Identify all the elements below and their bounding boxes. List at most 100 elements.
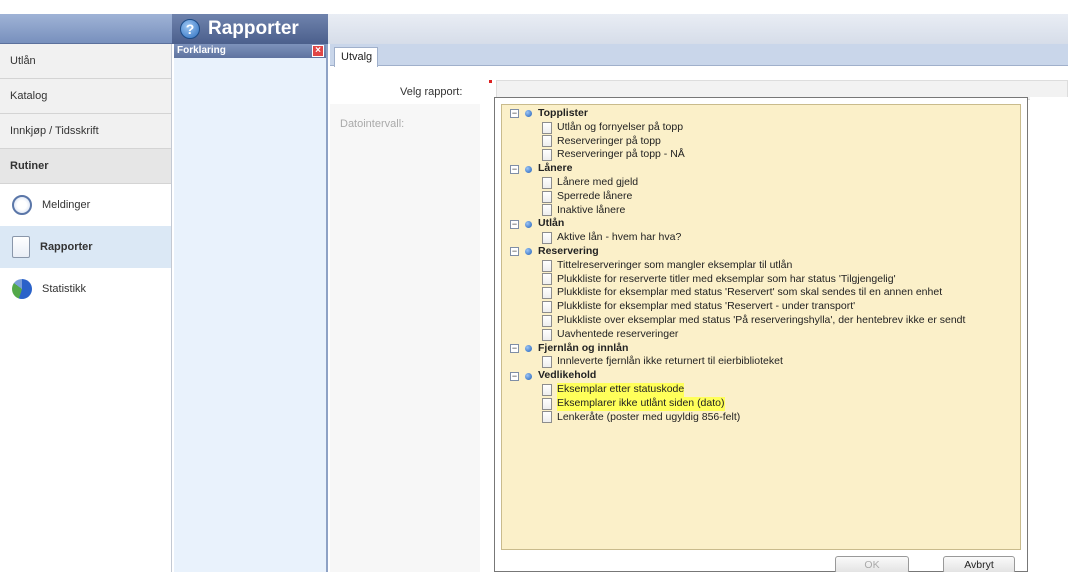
tree-item[interactable]: Plukkliste for reserverte titler med eks… bbox=[502, 273, 1020, 287]
forklaring-title: Forklaring bbox=[177, 45, 226, 56]
tree-item[interactable]: Utlån og fornyelser på topp bbox=[502, 121, 1020, 135]
tree-item-label: Utlån og fornyelser på topp bbox=[557, 120, 684, 133]
nav-sub-label: Statistikk bbox=[42, 283, 87, 295]
report-page-icon bbox=[542, 232, 552, 245]
tree-group[interactable]: − Reservering bbox=[502, 245, 1020, 259]
tree-item-label: Lenkeråte (poster med ugyldig 856-felt) bbox=[557, 410, 741, 423]
group-bullet-icon bbox=[525, 248, 532, 256]
group-bullet-icon bbox=[525, 165, 532, 173]
tree-group-label: Fjernlån og innlån bbox=[538, 341, 629, 354]
right-margin bbox=[1030, 97, 1068, 572]
tree-group-label: Utlån bbox=[538, 217, 565, 230]
message-icon bbox=[12, 195, 32, 215]
report-page-icon bbox=[542, 190, 552, 203]
report-page-icon bbox=[542, 204, 552, 217]
title-bar: ? Rapporter bbox=[172, 14, 328, 44]
left-nav: Utlån Katalog Innkjøp / Tidsskrift Rutin… bbox=[0, 44, 172, 572]
tree-item[interactable]: Plukkliste for eksemplar med status 'Res… bbox=[502, 300, 1020, 314]
tree-item-label: Inaktive lånere bbox=[557, 203, 626, 216]
tree-group-label: Reservering bbox=[538, 244, 599, 257]
report-dropdown: − Topplister Utlån og fornyelser på topp Re… bbox=[494, 97, 1028, 572]
velg-rapport-label: Velg rapport: bbox=[400, 86, 463, 98]
nav-item-innkjop[interactable]: Innkjøp / Tidsskrift bbox=[0, 114, 171, 149]
report-page-icon bbox=[542, 259, 552, 272]
tree-item-label: Reserveringer på topp - NÅ bbox=[557, 148, 685, 161]
tree-item[interactable]: Sperrede lånere bbox=[502, 190, 1020, 204]
collapse-icon[interactable]: − bbox=[510, 164, 519, 174]
report-page-icon bbox=[542, 314, 552, 327]
tree-item[interactable]: Inaktive lånere bbox=[502, 204, 1020, 218]
title-bar-extension bbox=[328, 14, 1068, 44]
tree-item-label: Reserveringer på topp bbox=[557, 134, 661, 147]
tree-item-label: Eksemplar etter statuskode bbox=[557, 382, 685, 397]
report-page-icon bbox=[542, 411, 552, 424]
tab-utvalg[interactable]: Utvalg bbox=[334, 47, 378, 67]
tree-item[interactable]: Tittelreserveringer som mangler eksempla… bbox=[502, 259, 1020, 273]
tree-item[interactable]: Innleverte fjernlån ikke returnert til e… bbox=[502, 355, 1020, 369]
tree-group-label: Vedlikehold bbox=[538, 369, 597, 382]
report-icon bbox=[12, 236, 30, 258]
label-column bbox=[330, 104, 480, 572]
report-page-icon bbox=[542, 397, 552, 410]
report-page-icon bbox=[542, 176, 552, 189]
tree-item[interactable]: Reserveringer på topp - NÅ bbox=[502, 148, 1020, 162]
collapse-icon[interactable]: − bbox=[510, 219, 519, 229]
tree-group[interactable]: − Vedlikehold bbox=[502, 369, 1020, 383]
forklaring-panel: Forklaring × bbox=[174, 44, 328, 572]
nav-sub-statistikk[interactable]: Statistikk bbox=[0, 268, 171, 310]
tree-item[interactable]: Lånere med gjeld bbox=[502, 176, 1020, 190]
report-page-icon bbox=[542, 301, 552, 314]
tree-item[interactable]: Plukkliste for eksemplar med status 'Res… bbox=[502, 286, 1020, 300]
help-icon[interactable]: ? bbox=[180, 19, 200, 39]
tree-item-label: Plukkliste for reserverte titler med eks… bbox=[557, 272, 896, 285]
collapse-icon[interactable]: − bbox=[510, 343, 519, 353]
collapse-icon[interactable]: − bbox=[510, 109, 519, 119]
required-marker bbox=[489, 80, 492, 83]
tree-item-label: Lånere med gjeld bbox=[557, 175, 639, 188]
group-bullet-icon bbox=[525, 372, 532, 380]
tree-item[interactable]: Uavhentede reserveringer bbox=[502, 328, 1020, 342]
cancel-button[interactable]: Avbryt bbox=[943, 556, 1015, 572]
close-icon[interactable]: × bbox=[312, 45, 324, 57]
report-page-icon bbox=[542, 383, 552, 396]
tree-item[interactable]: Aktive lån - hvem har hva? bbox=[502, 231, 1020, 245]
tree-group[interactable]: − Fjernlån og innlån bbox=[502, 342, 1020, 356]
tree-item[interactable]: Lenkeråte (poster med ugyldig 856-felt) bbox=[502, 411, 1020, 425]
forklaring-header: Forklaring × bbox=[174, 44, 326, 58]
collapse-icon[interactable]: − bbox=[510, 247, 519, 257]
nav-item-katalog[interactable]: Katalog bbox=[0, 79, 171, 114]
report-page-icon bbox=[542, 356, 552, 369]
tree-item[interactable]: Eksemplar etter statuskode bbox=[502, 382, 1020, 397]
nav-sub-meldinger[interactable]: Meldinger bbox=[0, 184, 171, 226]
tree-item[interactable]: Eksemplarer ikke utlånt siden (dato) bbox=[502, 396, 1020, 411]
tree-group[interactable]: − Topplister bbox=[502, 107, 1020, 121]
report-page-icon bbox=[542, 273, 552, 286]
tree-item-label: Plukkliste for eksemplar med status 'Res… bbox=[557, 286, 943, 299]
nav-sub-label: Meldinger bbox=[42, 199, 91, 211]
collapse-icon[interactable]: − bbox=[510, 371, 519, 381]
tree-group[interactable]: − Lånere bbox=[502, 162, 1020, 176]
report-tree: − Topplister Utlån og fornyelser på topp Re… bbox=[501, 104, 1021, 550]
tab-bar: Utvalg bbox=[330, 44, 1068, 67]
tree-item-label: Plukkliste over eksemplar med status 'På… bbox=[557, 313, 966, 326]
nav-sub-rapporter[interactable]: Rapporter bbox=[0, 226, 171, 268]
nav-item-utlan[interactable]: Utlån bbox=[0, 44, 171, 79]
tree-group[interactable]: − Utlån bbox=[502, 217, 1020, 231]
tree-item-label: Uavhentede reserveringer bbox=[557, 327, 679, 340]
group-bullet-icon bbox=[525, 220, 532, 228]
nav-section-rutiner[interactable]: Rutiner bbox=[0, 149, 171, 184]
tree-item[interactable]: Plukkliste over eksemplar med status 'På… bbox=[502, 314, 1020, 328]
report-page-icon bbox=[542, 328, 552, 341]
group-bullet-icon bbox=[525, 344, 532, 352]
tree-item-label: Innleverte fjernlån ikke returnert til e… bbox=[557, 355, 783, 368]
statistics-icon bbox=[12, 279, 32, 299]
report-page-icon bbox=[542, 121, 552, 134]
tree-item[interactable]: Reserveringer på topp bbox=[502, 135, 1020, 149]
report-page-icon bbox=[542, 135, 552, 148]
datointervall-label: Datointervall: bbox=[340, 118, 405, 130]
group-bullet-icon bbox=[525, 110, 532, 118]
tree-group-label: Topplister bbox=[538, 107, 588, 119]
tree-item-label: Sperrede lånere bbox=[557, 189, 633, 202]
ok-button[interactable]: OK bbox=[835, 556, 909, 572]
report-page-icon bbox=[542, 149, 552, 162]
